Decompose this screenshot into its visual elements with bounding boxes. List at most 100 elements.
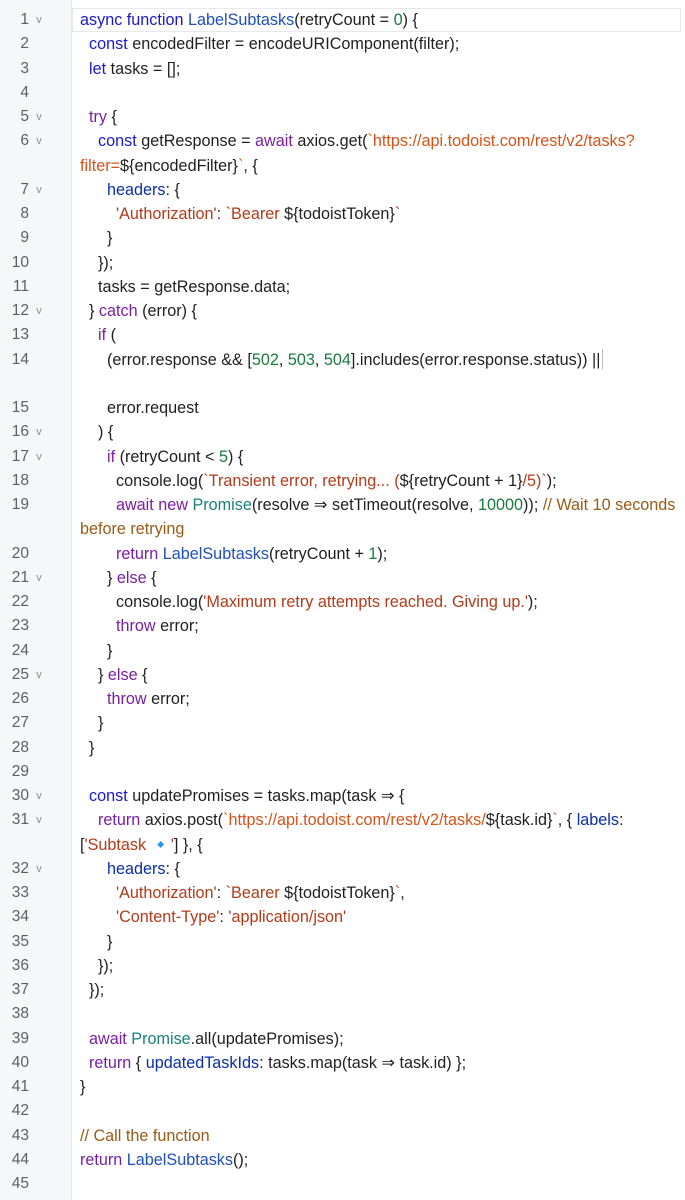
code-text[interactable]: console.log('Maximum retry attempts reac… xyxy=(80,590,679,614)
code-line: 33 'Authorization': `Bearer ${todoistTok… xyxy=(0,881,685,905)
code-text[interactable]: 'Authorization': `Bearer ${todoistToken}… xyxy=(80,202,679,226)
code-text[interactable]: error.request xyxy=(80,396,679,420)
code-line: 19 await new Promise(resolve ⇒ setTimeou… xyxy=(0,493,685,542)
line-number: 13 xyxy=(11,326,29,344)
code-line: 15 error.request xyxy=(0,396,685,420)
line-number: 9 xyxy=(20,229,29,247)
code-text[interactable]: throw error; xyxy=(80,687,679,711)
fold-chevron-icon[interactable]: v xyxy=(34,784,44,808)
code-line: 22 console.log('Maximum retry attempts r… xyxy=(0,590,685,614)
line-number: 16 xyxy=(11,423,29,441)
code-line: 12 v } catch (error) { xyxy=(0,299,685,323)
line-number: 25 xyxy=(11,665,29,683)
fold-chevron-icon[interactable]: v xyxy=(34,299,44,323)
line-number: 32 xyxy=(11,859,29,877)
code-line: 41} xyxy=(0,1075,685,1099)
fold-chevron-icon[interactable]: v xyxy=(34,420,44,444)
code-line: 28 } xyxy=(0,736,685,760)
code-text[interactable]: }); xyxy=(80,251,679,275)
code-line: 9 } xyxy=(0,226,685,250)
fold-chevron-icon[interactable]: v xyxy=(34,445,44,469)
code-line: 29 xyxy=(0,760,685,784)
line-number: 10 xyxy=(11,253,29,271)
line-number: 23 xyxy=(11,617,29,635)
code-text[interactable]: return axios.post(`https://api.todoist.c… xyxy=(80,808,679,857)
code-text[interactable]: } xyxy=(80,930,679,954)
code-text[interactable]: if (retryCount < 5) { xyxy=(80,445,679,469)
code-text[interactable]: (error.response && [502, 503, 504].inclu… xyxy=(80,348,679,372)
code-text[interactable]: } else { xyxy=(80,566,679,590)
code-text[interactable]: if ( xyxy=(80,323,679,347)
line-number: 43 xyxy=(11,1126,29,1144)
code-line: 20 return LabelSubtasks(retryCount + 1); xyxy=(0,542,685,566)
code-line: 25 v } else { xyxy=(0,663,685,687)
code-text[interactable]: } xyxy=(80,711,679,735)
code-line: 16 v ) { xyxy=(0,420,685,444)
code-text[interactable]: } catch (error) { xyxy=(80,299,679,323)
code-text[interactable]: } xyxy=(80,226,679,250)
code-line: 2 const encodedFilter = encodeURICompone… xyxy=(0,32,685,56)
code-text[interactable]: return LabelSubtasks(); xyxy=(80,1148,679,1172)
code-text[interactable]: throw error; xyxy=(80,614,679,638)
fold-chevron-icon[interactable]: v xyxy=(34,808,44,832)
line-number: 22 xyxy=(11,593,29,610)
code-text[interactable]: try { xyxy=(80,105,679,129)
code-line: 8 'Authorization': `Bearer ${todoistToke… xyxy=(0,202,685,226)
fold-chevron-icon[interactable]: v xyxy=(34,178,44,202)
code-text[interactable]: const updatePromises = tasks.map(task ⇒ … xyxy=(80,784,679,808)
line-number: 37 xyxy=(11,981,29,998)
code-text[interactable]: const encodedFilter = encodeURIComponent… xyxy=(80,32,679,56)
code-text[interactable]: await Promise.all(updatePromises); xyxy=(80,1027,679,1051)
line-number: 3 xyxy=(20,59,29,77)
code-text[interactable]: return LabelSubtasks(retryCount + 1); xyxy=(80,542,679,566)
fold-chevron-icon[interactable]: v xyxy=(34,857,44,881)
line-number: 12 xyxy=(11,302,29,319)
code-text[interactable]: let tasks = []; xyxy=(80,57,679,81)
code-text[interactable]: console.log(`Transient error, retrying..… xyxy=(80,469,679,493)
code-text[interactable]: const getResponse = await axios.get(`htt… xyxy=(80,129,679,178)
fold-chevron-icon[interactable]: v xyxy=(34,663,44,687)
line-number: 30 xyxy=(11,787,29,804)
line-number: 38 xyxy=(11,1005,29,1023)
code-editor[interactable]: 1 v async function LabelSubtasks(retryCoun… xyxy=(0,0,685,1200)
code-text[interactable]: } xyxy=(80,1075,679,1099)
line-number: 28 xyxy=(11,738,29,756)
line-number: 2 xyxy=(20,35,29,53)
code-text[interactable]: async function LabelSubtasks(retryCount … xyxy=(80,8,679,32)
code-text[interactable]: // Call the function xyxy=(80,1124,679,1148)
code-text[interactable]: } xyxy=(80,639,679,663)
fold-chevron-icon[interactable]: v xyxy=(34,566,44,590)
code-text[interactable]: await new Promise(resolve ⇒ setTimeout(r… xyxy=(80,493,679,542)
code-text[interactable]: headers: { xyxy=(80,857,679,881)
code-text[interactable]: } xyxy=(80,736,679,760)
line-number: 15 xyxy=(11,399,29,416)
code-line: 39 await Promise.all(updatePromises); xyxy=(0,1027,685,1051)
code-line: 34 'Content-Type': 'application/json' xyxy=(0,905,685,929)
line-number: 34 xyxy=(11,908,29,926)
code-line: 23 throw error; xyxy=(0,614,685,638)
fold-chevron-icon[interactable]: v xyxy=(34,129,44,153)
code-text[interactable]: }); xyxy=(80,978,679,1002)
code-line: 43 // Call the function xyxy=(0,1124,685,1148)
code-line: 24 } xyxy=(0,639,685,663)
fold-chevron-icon[interactable]: v xyxy=(34,8,44,32)
line-number: 8 xyxy=(20,205,29,222)
code-text[interactable]: }); xyxy=(80,954,679,978)
fold-chevron-icon[interactable]: v xyxy=(34,105,44,129)
line-number: 20 xyxy=(11,544,29,562)
code-text[interactable]: return { updatedTaskIds: tasks.map(task … xyxy=(80,1051,679,1075)
code-text[interactable]: tasks = getResponse.data; xyxy=(80,275,679,299)
code-text[interactable]: ) { xyxy=(80,420,679,444)
code-line: 35 } xyxy=(0,930,685,954)
code-text[interactable]: headers: { xyxy=(80,178,679,202)
code-line: 17 v if (retryCount < 5) { xyxy=(0,445,685,469)
line-number: 4 xyxy=(20,83,29,101)
code-line: 38 xyxy=(0,1002,685,1026)
code-text[interactable]: 'Content-Type': 'application/json' xyxy=(80,905,679,929)
code-text[interactable]: 'Authorization': `Bearer ${todoistToken}… xyxy=(80,881,679,905)
code-line: 7v headers: { xyxy=(0,178,685,202)
code-text[interactable]: } else { xyxy=(80,663,679,687)
code-line: 30 v const updatePromises = tasks.map(tas… xyxy=(0,784,685,808)
line-number: 7 xyxy=(20,180,29,198)
code-line: 10 }); xyxy=(0,251,685,275)
